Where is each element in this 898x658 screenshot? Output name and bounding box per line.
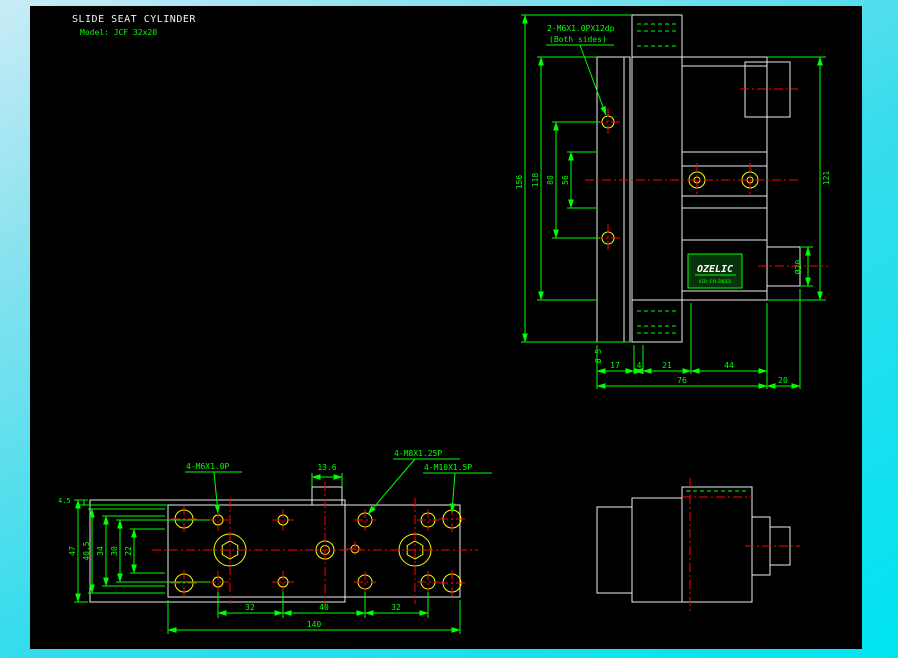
- side-flange-outline: [631, 497, 683, 603]
- dim-32-right: 32: [391, 603, 401, 612]
- side-view: [596, 478, 800, 612]
- brand-stamp: OZELIC AIR CYLINDER: [687, 253, 743, 289]
- drawing-title: SLIDE SEAT CYLINDER: [72, 14, 196, 25]
- dim-4-5: 4.5: [58, 497, 71, 505]
- dim-40: 40: [319, 603, 329, 612]
- dim-30: 30: [110, 546, 119, 556]
- front-view-centerlines: [585, 88, 828, 267]
- mounting-plate-outline: [167, 504, 461, 598]
- dim-140: 140: [307, 620, 322, 629]
- callout-m8: 4-M8X1.25P: [394, 449, 442, 458]
- callout-m10: 4-M10X1.5P: [424, 463, 472, 472]
- side-plate-outline: [596, 506, 633, 594]
- dim-dia-20: Ø20: [793, 260, 803, 275]
- dim-44: 44: [724, 361, 734, 370]
- callout-m6: 4-M6X1.0P: [186, 462, 230, 471]
- front-view: 156 118 80 56 121 Ø20 17 4 21 44 76 20 Ø…: [515, 14, 831, 389]
- note-m6-thread: 2-M6X1.0PX12dp: [547, 24, 615, 33]
- dim-156: 156: [515, 175, 524, 190]
- dim-34: 34: [96, 546, 105, 556]
- dim-56: 56: [561, 175, 570, 185]
- brand-name: OZELIC: [697, 264, 733, 275]
- drawing-canvas: SLIDE SEAT CYLINDER Model: JCF 32x20 156…: [30, 6, 862, 649]
- brand-subtitle: AIR CYLINDER: [699, 279, 732, 285]
- drawing-model: Model: JCF 32x20: [80, 28, 157, 37]
- dim-76: 76: [677, 376, 687, 385]
- top-view: 4.5 47 40.5 34 30 22 32 40 32 140 13.6 4…: [58, 449, 492, 634]
- dim-4: 4: [637, 361, 642, 370]
- title-block: SLIDE SEAT CYLINDER Model: JCF 32x20: [72, 14, 196, 37]
- dim-17: 17: [610, 361, 620, 370]
- top-view-dimensions: 4.5 47 40.5 34 30 22 32 40 32 140 13.6: [58, 463, 461, 634]
- dim-21: 21: [662, 361, 672, 370]
- side-body-outline: [681, 486, 753, 603]
- top-view-callouts: 4-M6X1.0P 4-M8X1.25P 4-M10X1.5P: [185, 449, 492, 515]
- dim-13-6: 13.6: [317, 463, 336, 472]
- dim-32-left: 32: [245, 603, 255, 612]
- slide-plate-outline: [596, 56, 631, 343]
- dim-22: 22: [124, 546, 133, 556]
- dim-47: 47: [68, 546, 77, 556]
- port-callout: 2-M6X1.0PX12dp (Both sides): [546, 24, 615, 116]
- dim-dia-5: Ø 5: [593, 349, 603, 364]
- dim-121: 121: [822, 171, 831, 186]
- dim-40-5: 40.5: [82, 541, 91, 560]
- flange-outline: [631, 14, 683, 343]
- sensor-tab-outline: [311, 486, 343, 506]
- dim-80: 80: [546, 175, 555, 185]
- top-view-outline: [89, 486, 461, 603]
- cad-app-background: { "title_block": { "title": "SLIDE SEAT …: [0, 0, 898, 658]
- note-both-sides: (Both sides): [549, 35, 607, 44]
- front-view-outline: [596, 14, 801, 343]
- cad-drawing: SLIDE SEAT CYLINDER Model: JCF 32x20 156…: [58, 14, 831, 634]
- hidden-port-lines: [637, 23, 677, 334]
- dim-118: 118: [531, 173, 540, 188]
- dim-20: 20: [778, 376, 788, 385]
